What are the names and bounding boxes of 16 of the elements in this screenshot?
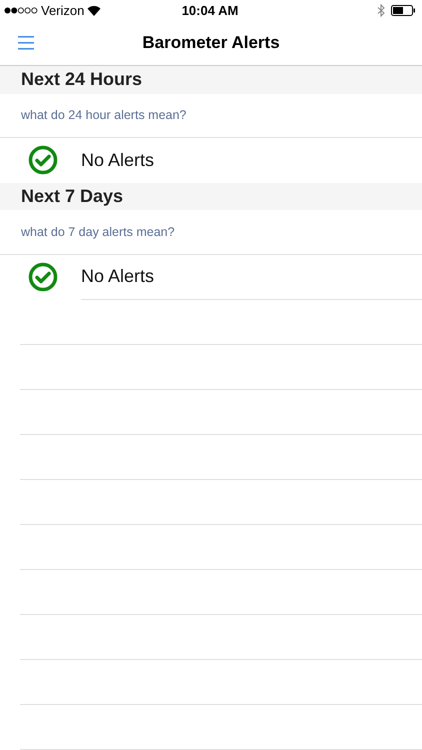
menu-icon <box>18 36 34 50</box>
alert-text: No Alerts <box>81 150 154 171</box>
signal-icon <box>4 7 38 14</box>
carrier-name: Verizon <box>41 3 84 18</box>
section-title: Next 24 Hours <box>21 69 142 90</box>
section-title: Next 7 Days <box>21 186 124 207</box>
nav-title: Barometer Alerts <box>142 33 280 54</box>
alert-text: No Alerts <box>81 266 154 288</box>
check-circle-icon <box>28 145 58 176</box>
bluetooth-icon <box>377 4 386 18</box>
battery-icon <box>391 5 416 16</box>
help-link[interactable]: what do 24 hour alerts mean? <box>21 108 186 122</box>
check-circle-icon <box>28 262 58 292</box>
wifi-icon <box>87 5 102 16</box>
help-link[interactable]: what do 7 day alerts mean? <box>21 224 175 239</box>
status-time: 10:04 AM <box>182 3 238 18</box>
